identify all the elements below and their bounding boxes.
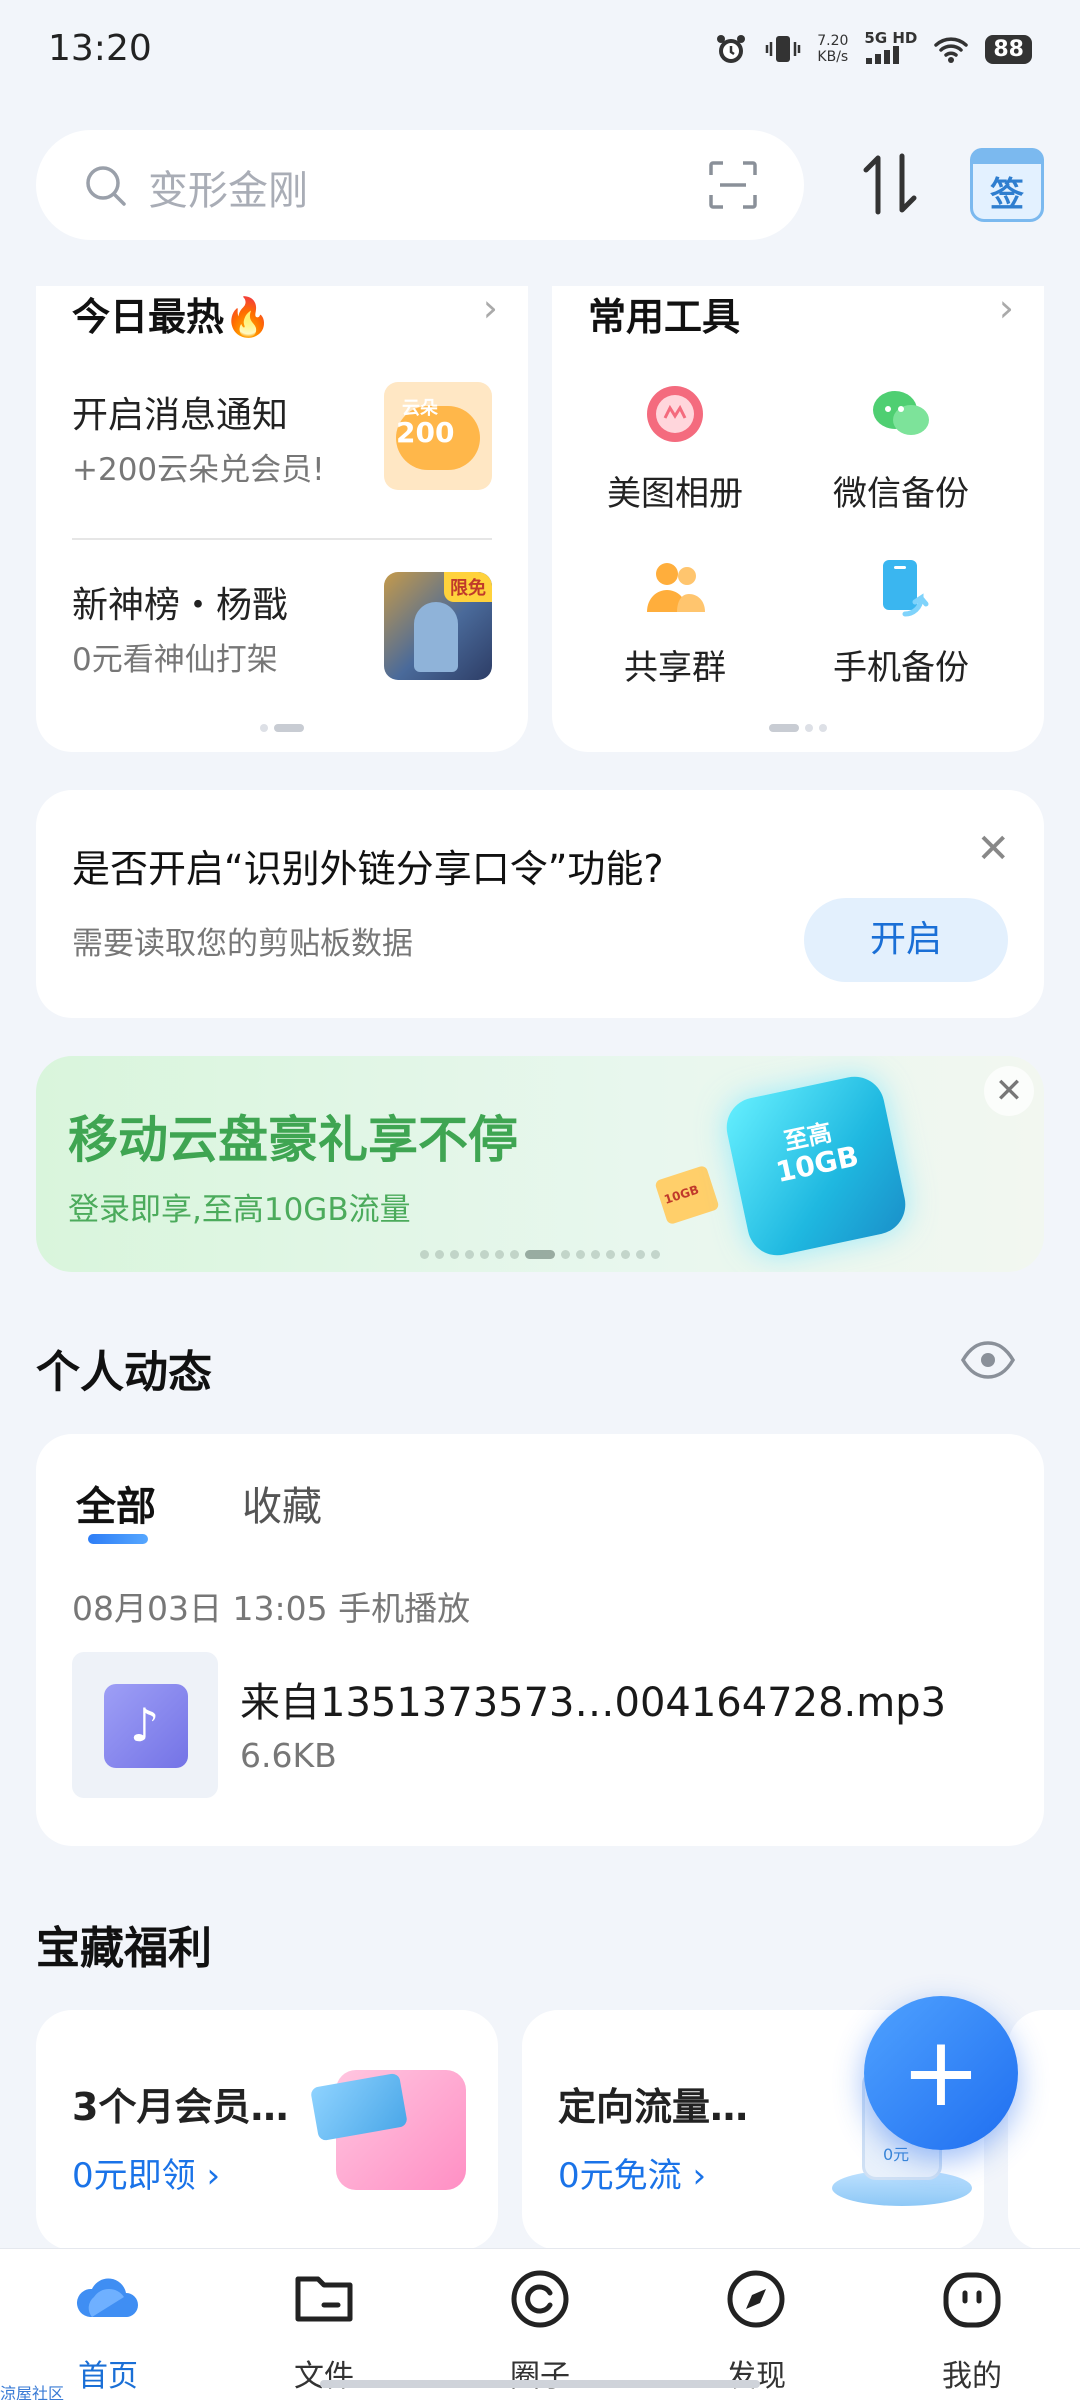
music-file-icon: ♪: [104, 1684, 188, 1768]
nav-discover[interactable]: 发现: [676, 2263, 836, 2395]
benefit-title: 定向流量…: [558, 2085, 749, 2129]
banner-title: 移动云盘豪礼享不停: [68, 1111, 518, 1169]
nav-files[interactable]: 文件: [244, 2263, 404, 2395]
bottom-nav: 首页 文件 圈子 发现 我的: [0, 2248, 1080, 2400]
hot-item-title[interactable]: 新神榜・杨戬: [72, 576, 288, 628]
home-cloud-icon: [76, 2278, 138, 2317]
search-icon: [86, 166, 126, 206]
banner-subtitle: 登录即享,至高10GB流量: [68, 1192, 411, 1228]
alarm-icon: [717, 35, 746, 63]
tool-wechat-backup[interactable]: 微信备份: [788, 382, 1014, 515]
nav-me[interactable]: 我的: [892, 2263, 1052, 2395]
cloud-200-badge[interactable]: 云朵 200: [384, 382, 492, 490]
gift-box-illustration: [309, 2070, 466, 2190]
free-tag: 限免: [444, 572, 492, 602]
enable-button[interactable]: 开启: [804, 898, 1008, 982]
sign-calendar-top: [970, 148, 1044, 164]
divider: [72, 538, 492, 540]
wechat-backup-icon: [873, 391, 929, 435]
sign-in-button[interactable]: 签: [970, 148, 1044, 222]
benefit-card-peek[interactable]: [1008, 2010, 1080, 2250]
wifi-icon: [934, 37, 969, 63]
tools-pager: [769, 724, 827, 732]
share-command-prompt: 是否开启“识别外链分享口令”功能? 需要读取您的剪贴板数据 ✕ 开启: [36, 790, 1044, 1018]
hot-today-more-icon[interactable]: ›: [483, 286, 498, 330]
tool-shared-group[interactable]: 共享群: [562, 556, 788, 689]
hot-today-title: 今日最热🔥: [72, 295, 272, 339]
file-name[interactable]: 来自1351373573…004164728.mp3: [240, 1670, 946, 1728]
activity-meta: 08月03日 13:05 手机播放: [72, 1589, 471, 1628]
search-bar[interactable]: 变形金刚: [36, 130, 804, 240]
tab-favorites[interactable]: 收藏: [242, 1474, 322, 1532]
benefits-section-title: 宝藏福利: [36, 1923, 212, 1974]
status-bar: 13:20 7.20 KB/s 5G HD 88: [0, 0, 1080, 100]
tools-title: 常用工具: [588, 295, 741, 339]
gesture-bar[interactable]: [320, 2380, 760, 2388]
plus-icon: +: [900, 2016, 982, 2128]
watermark: 涼屋社区: [0, 2384, 65, 2400]
phone-backup-icon: [883, 560, 929, 617]
hot-item-subtitle: +200云朵兑会员!: [72, 452, 325, 488]
vibrate-icon: [765, 36, 801, 62]
promo-banner[interactable]: 移动云盘豪礼享不停 登录即享,至高10GB流量 10GB 至高 10GB ✕: [36, 1056, 1044, 1272]
benefit-title: 3个月会员…: [72, 2085, 289, 2129]
status-time: 13:20: [48, 28, 152, 69]
circle-community-icon: [511, 2270, 569, 2328]
banner-close-icon[interactable]: ✕: [984, 1066, 1034, 1116]
benefit-link[interactable]: 0元即领 ›: [72, 2148, 220, 2197]
battery-indicator: 88: [985, 34, 1032, 64]
tool-meitu-album[interactable]: 美图相册: [562, 382, 788, 515]
tab-indicator: [88, 1534, 148, 1544]
character-figure: [414, 602, 458, 672]
hot-pager: [260, 724, 304, 732]
novel-cover-image[interactable]: 限免: [384, 572, 492, 680]
tab-all[interactable]: 全部: [76, 1474, 156, 1532]
nav-circles[interactable]: 圈子: [460, 2263, 620, 2395]
prompt-title: 是否开启“识别外链分享口令”功能?: [72, 847, 664, 891]
compass-icon: [727, 2270, 785, 2328]
banner-pager: [420, 1250, 660, 1259]
benefit-link[interactable]: 0元免流 ›: [558, 2148, 706, 2197]
meitu-album-icon: [647, 386, 703, 442]
hot-item-subtitle: 0元看神仙打架: [72, 642, 278, 678]
sign-label: 签: [990, 175, 1024, 215]
status-icons: 7.20 KB/s 5G HD 88: [713, 30, 1032, 68]
network-speed: 7.20 KB/s: [817, 33, 849, 65]
prompt-subtitle: 需要读取您的剪贴板数据: [72, 926, 413, 962]
hot-today-card: 今日最热🔥 › 开启消息通知 +200云朵兑会员! 云朵 200 新神榜・杨戬 …: [36, 286, 528, 752]
cube-illustration: 至高 10GB: [721, 1071, 911, 1261]
transfer-icon[interactable]: [860, 152, 920, 216]
add-button[interactable]: +: [864, 1996, 1018, 2150]
profile-face-icon: [943, 2272, 1001, 2328]
search-placeholder: 变形金刚: [148, 168, 308, 214]
file-thumbnail[interactable]: ♪: [72, 1652, 218, 1798]
activity-section-title: 个人动态: [36, 1347, 212, 1398]
scan-icon[interactable]: [708, 160, 758, 210]
tool-phone-backup[interactable]: 手机备份: [788, 556, 1014, 689]
shared-group-icon: [647, 563, 705, 612]
file-size: 6.6KB: [240, 1736, 337, 1775]
signal-bars-icon: [866, 46, 900, 64]
benefit-card[interactable]: 3个月会员… 0元即领 ›: [36, 2010, 498, 2250]
fire-icon: 🔥: [224, 295, 272, 339]
hot-item-title[interactable]: 开启消息通知: [72, 386, 288, 438]
signal-indicator: 5G HD: [864, 30, 917, 68]
ticket-illustration: 10GB: [654, 1164, 720, 1226]
close-icon[interactable]: ✕: [976, 826, 1010, 872]
folder-icon: [295, 2276, 353, 2322]
nav-home[interactable]: 首页: [28, 2263, 188, 2395]
tools-more-icon[interactable]: ›: [999, 286, 1014, 330]
eye-icon[interactable]: [960, 1340, 1016, 1380]
tools-card: 常用工具 › 美图相册 微信备份 共享群 手机备份: [552, 286, 1044, 752]
activity-card: 全部 收藏 08月03日 13:05 手机播放 ♪ 来自1351373573…0…: [36, 1434, 1044, 1846]
